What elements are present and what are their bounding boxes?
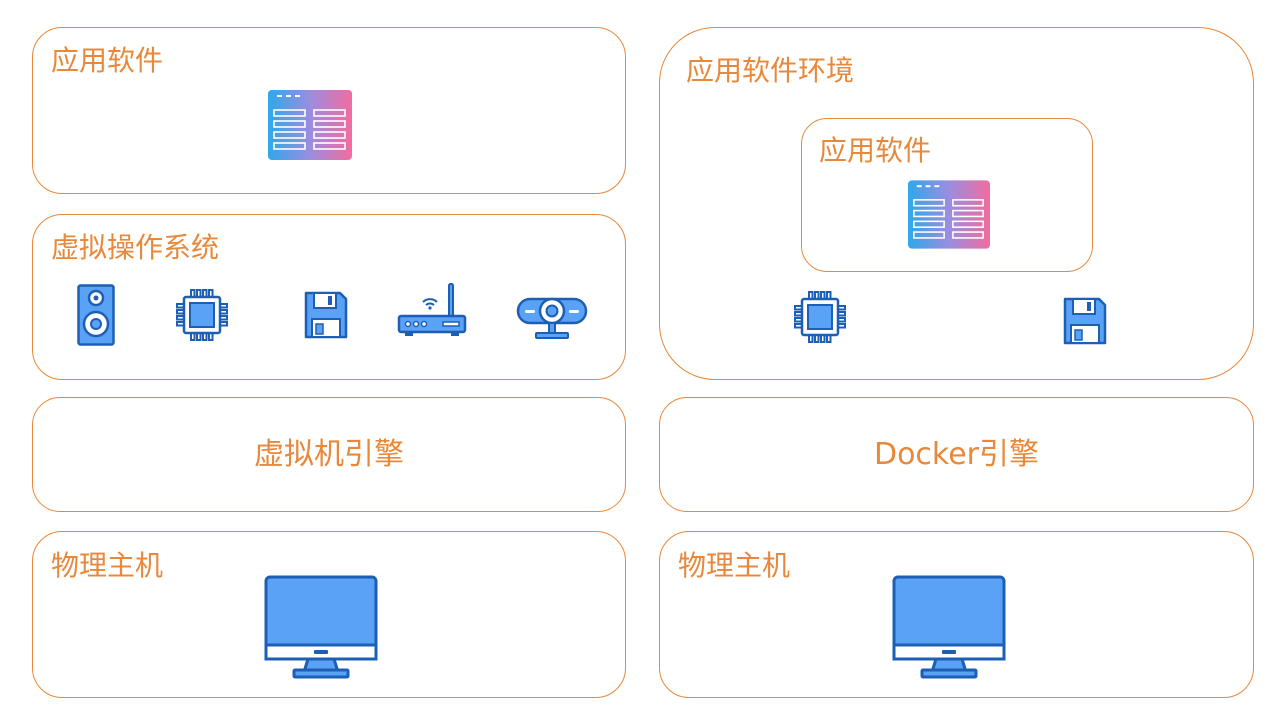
physical-host-label: 物理主机 <box>51 549 164 582</box>
webcam-icon <box>516 295 588 341</box>
physical-host-layer-left: 物理主机 <box>32 531 626 698</box>
cpu-chip-icon <box>176 289 228 341</box>
inner-app-software-label: 应用软件 <box>819 134 932 167</box>
floppy-disk-icon <box>304 291 348 339</box>
cpu-chip-icon <box>794 291 846 343</box>
virtual-os-label: 虚拟操作系统 <box>51 231 220 264</box>
router-icon <box>397 282 467 340</box>
app-window-icon <box>268 90 352 160</box>
vm-engine-label: 虚拟机引擎 <box>254 437 404 472</box>
floppy-disk-icon <box>1063 297 1107 345</box>
monitor-icon <box>892 575 1006 679</box>
virtual-os-layer: 虚拟操作系统 <box>32 214 626 380</box>
app-window-icon <box>908 180 990 249</box>
physical-host-label: 物理主机 <box>678 549 791 582</box>
diagram-canvas: 应用软件 虚拟操作系统 虚拟机引擎 物理主机 应用软件环境 应用软件 Docke… <box>0 0 1280 720</box>
physical-host-layer-right: 物理主机 <box>659 531 1254 698</box>
app-software-label: 应用软件 <box>51 44 164 77</box>
vm-engine-layer: 虚拟机引擎 <box>32 397 626 512</box>
app-environment-label: 应用软件环境 <box>686 54 855 87</box>
docker-engine-label: Docker引擎 <box>873 437 1040 472</box>
app-environment-layer: 应用软件环境 应用软件 <box>659 27 1254 380</box>
docker-engine-layer: Docker引擎 <box>659 397 1254 512</box>
app-software-layer: 应用软件 <box>32 27 626 194</box>
inner-app-software-box: 应用软件 <box>801 118 1093 272</box>
monitor-icon <box>264 575 378 679</box>
speaker-icon <box>77 284 115 346</box>
